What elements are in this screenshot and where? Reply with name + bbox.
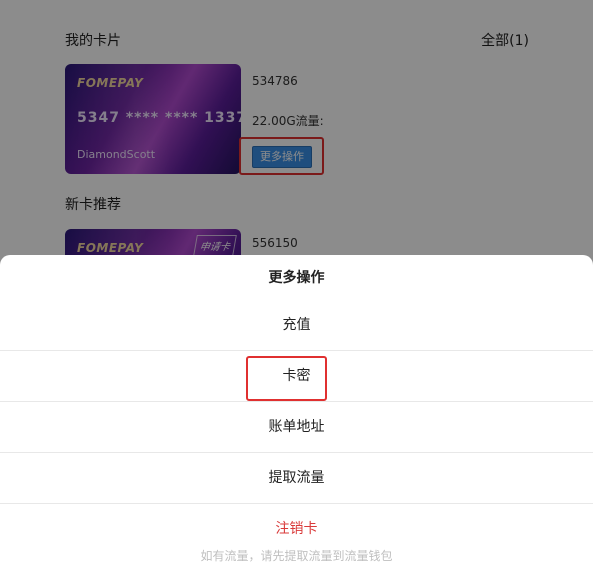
sheet-item-billing-address[interactable]: 账单地址 bbox=[0, 402, 593, 453]
sheet-note: 如有流量，请先提取流量到流量钱包 bbox=[200, 549, 393, 563]
highlight-box-card-secret bbox=[246, 356, 327, 401]
sheet-item-recharge[interactable]: 充值 bbox=[0, 300, 593, 351]
more-actions-sheet: 更多操作 充值 卡密 账单地址 提取流量 注销卡 如有流量，请先提取流量到流量钱… bbox=[0, 255, 593, 577]
sheet-title: 更多操作 bbox=[268, 270, 325, 286]
sheet-item-extract-traffic[interactable]: 提取流量 bbox=[0, 453, 593, 504]
